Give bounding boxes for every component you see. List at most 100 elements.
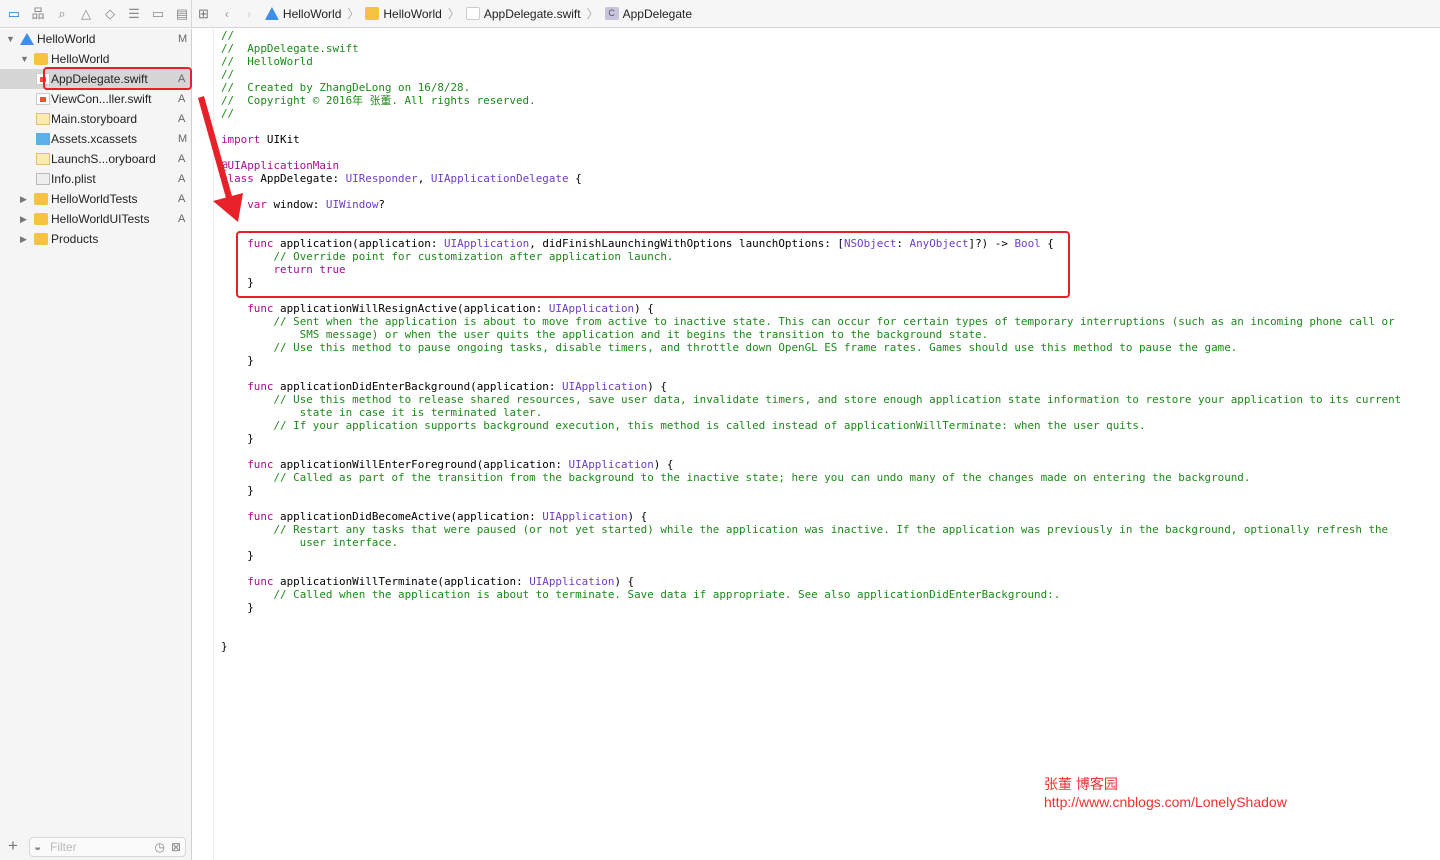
filter-placeholder: Filter — [50, 840, 77, 854]
code-comment: SMS message) or when the user quits the … — [221, 328, 989, 341]
code-line: // — [221, 68, 1440, 81]
code-line: // Called as part of the transition from… — [221, 471, 1440, 484]
code-keyword: func — [247, 302, 274, 315]
watermark-author: 张董 博客园 — [1044, 776, 1118, 792]
code-text: } — [221, 601, 254, 614]
code-comment: // Use this method to release shared res… — [273, 393, 1402, 406]
folder-icon — [365, 7, 380, 20]
code-line: // Created by ZhangDeLong on 16/8/28. — [221, 81, 1440, 94]
code-text: { — [568, 172, 582, 185]
watermark: 张董 博客园 http://www.cnblogs.com/LonelyShad… — [1044, 775, 1287, 811]
code-text: applicationDidEnterBackground(applicatio… — [273, 380, 562, 393]
code-line: // Called when the application is about … — [221, 588, 1440, 601]
filter-icon: ◒ — [34, 840, 42, 854]
code-text: ) { — [647, 380, 667, 393]
add-icon[interactable]: + — [8, 836, 18, 856]
code-line: func applicationDidBecomeActive(applicat… — [221, 510, 1440, 523]
code-line: // Use this method to pause ongoing task… — [221, 341, 1440, 354]
filter-input[interactable]: ◒ Filter ◷ ⊠ — [29, 837, 186, 857]
code-type: UIApplicationDelegate — [430, 172, 569, 185]
code-line: } — [221, 484, 1440, 497]
code-line: func applicationWillTerminate(applicatio… — [221, 575, 1440, 588]
highlight-did-finish-launching — [236, 231, 1070, 298]
code-line: // Copyright © 2016年 张董. All rights rese… — [221, 94, 1440, 107]
code-line: } — [221, 601, 1440, 614]
code-text: ) { — [634, 302, 654, 315]
breadcrumb-symbol[interactable]: AppDelegate — [623, 7, 692, 21]
code-line: } — [221, 432, 1440, 445]
code-text: applicationWillTerminate(application: — [273, 575, 530, 588]
code-line: // Use this method to release shared res… — [221, 393, 1440, 406]
code-line: func applicationWillEnterForeground(appl… — [221, 458, 1440, 471]
code-comment: user interface. — [221, 536, 399, 549]
code-line: // AppDelegate.swift — [221, 42, 1440, 55]
recent-icon[interactable]: ◷ — [155, 840, 165, 854]
code-type: UIWindow — [325, 198, 379, 211]
watermark-url: http://www.cnblogs.com/LonelyShadow — [1044, 794, 1287, 810]
code-line: @UIApplicationMain — [221, 159, 1440, 172]
code-text: } — [221, 354, 254, 367]
code-editor[interactable]: //// AppDelegate.swift// HelloWorld//// … — [221, 29, 1440, 653]
code-line: class AppDelegate: UIResponder, UIApplic… — [221, 172, 1440, 185]
code-line: // If your application supports backgrou… — [221, 419, 1440, 432]
code-text: applicationDidBecomeActive(application: — [273, 510, 543, 523]
code-text: } — [221, 432, 254, 445]
code-keyword: func — [247, 380, 274, 393]
code-type: UIApplication — [568, 458, 654, 471]
code-line: var window: UIWindow? — [221, 198, 1440, 211]
code-line: } — [221, 640, 1440, 653]
code-keyword: func — [247, 575, 274, 588]
code-text: applicationWillResignActive(application: — [273, 302, 549, 315]
scm-filter-icon[interactable]: ⊠ — [171, 840, 181, 854]
code-line: func applicationWillResignActive(applica… — [221, 302, 1440, 315]
code-line: } — [221, 354, 1440, 367]
red-arrow — [198, 96, 243, 222]
code-text: , — [417, 172, 431, 185]
breadcrumb-group[interactable]: HelloWorld — [383, 7, 441, 21]
arrow-head — [213, 193, 243, 222]
code-comment: // Sent when the application is about to… — [273, 315, 1395, 328]
code-line: // Restart any tasks that were paused (o… — [221, 523, 1440, 536]
code-text: applicationWillEnterForeground(applicati… — [273, 458, 569, 471]
swift-file-icon — [465, 7, 480, 20]
class-icon: C — [604, 7, 619, 20]
filter-bar: + ◒ Filter ◷ ⊠ — [0, 832, 191, 860]
code-text: ) { — [627, 510, 648, 523]
code-line: } — [221, 549, 1440, 562]
breadcrumb-file[interactable]: AppDelegate.swift — [484, 7, 581, 21]
code-text: } — [221, 484, 254, 497]
code-line: // — [221, 29, 1440, 42]
code-text: } — [221, 640, 228, 653]
code-comment: // Use this method to pause ongoing task… — [273, 341, 1238, 354]
code-type: UIApplication — [561, 380, 648, 393]
code-type: UIApplication — [548, 302, 635, 315]
code-comment: // Restart any tasks that were paused (o… — [273, 523, 1389, 536]
code-text: ) { — [653, 458, 674, 471]
code-comment: state in case it is terminated later. — [221, 406, 543, 419]
code-type: UIApplication — [542, 510, 628, 523]
code-keyword: func — [247, 458, 274, 471]
code-comment: // Called when the application is about … — [273, 588, 1061, 601]
code-line: SMS message) or when the user quits the … — [221, 328, 1440, 341]
code-line: // — [221, 107, 1440, 120]
code-line: func applicationDidEnterBackground(appli… — [221, 380, 1440, 393]
